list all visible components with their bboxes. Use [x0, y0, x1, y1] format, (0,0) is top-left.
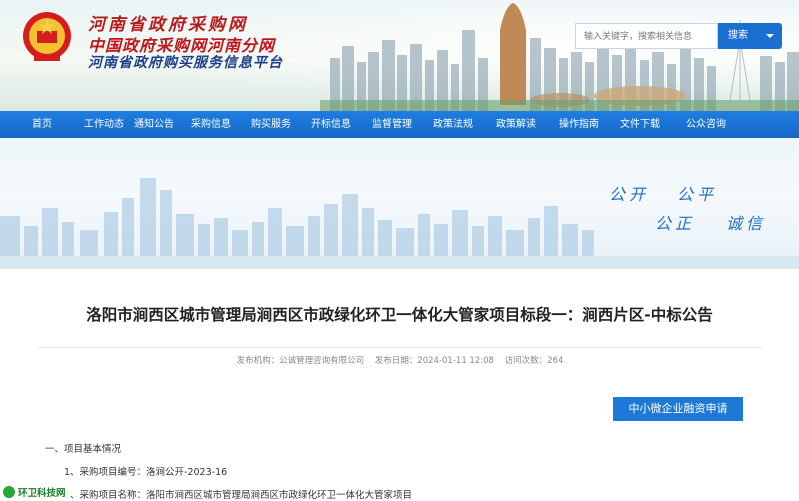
nav-supervision[interactable]: 监督管理	[356, 111, 428, 138]
nav-bid-opening[interactable]: 开标信息	[306, 111, 356, 138]
slogan-justice: 公正	[655, 214, 696, 233]
nav-work-news[interactable]: 工作动态	[84, 111, 124, 138]
nav-notices[interactable]: 通知公告	[122, 111, 186, 138]
nav-policies[interactable]: 政策法规	[428, 111, 478, 138]
project-number: 1、采购项目编号：洛涧公开-2023-16	[64, 467, 228, 478]
search-box[interactable]	[575, 23, 718, 49]
chevron-down-icon[interactable]	[766, 34, 774, 38]
article-meta: 发布机构：公诚管理咨询有限公司 发布日期：2024-01-11 12:08 访问…	[38, 347, 762, 366]
site-header: 河南省政府采购网 中国政府采购网河南分网 河南省政府购买服务信息平台 搜索	[0, 0, 799, 111]
nav-guides[interactable]: 操作指南	[554, 111, 604, 138]
nav-policy-interpretation[interactable]: 政策解读	[478, 111, 554, 138]
watermark: 环卫科技网	[3, 485, 70, 499]
article-publisher: 发布机构：公诚管理咨询有限公司	[236, 356, 365, 366]
main-nav: 首页 工作动态 通知公告 采购信息 购买服务 开标信息 监督管理 政策法规 政策…	[0, 111, 799, 138]
watermark-logo-icon	[3, 486, 15, 498]
site-title-platform: 河南省政府购买服务信息平台	[88, 55, 283, 71]
sme-finance-button[interactable]: 中小微企业融资申请	[613, 397, 743, 421]
search-button-label: 搜索	[728, 30, 748, 41]
slogan-openness: 公开	[609, 185, 650, 204]
article-panel: 洛阳市涧西区城市管理局涧西区市政绿化环卫一体化大管家项目标段一：涧西片区-中标公…	[0, 268, 799, 501]
slogan-fairness: 公平	[677, 185, 718, 204]
banner: 公开 公平 公正 诚信	[0, 138, 799, 268]
search-button[interactable]: 搜索	[718, 23, 782, 49]
project-name: 2、采购项目名称：洛阳市涧西区城市管理局涧西区市政绿化环卫一体化大管家项目	[64, 490, 413, 501]
section-heading: 一、项目基本情况	[45, 444, 122, 455]
national-emblem-icon	[23, 12, 71, 61]
article-title: 洛阳市涧西区城市管理局涧西区市政绿化环卫一体化大管家项目标段一：涧西片区-中标公…	[86, 306, 713, 324]
watermark-text: 环卫科技网	[18, 488, 66, 499]
article-date: 发布日期：2024-01-11 12:08	[374, 356, 494, 366]
nav-downloads[interactable]: 文件下载	[604, 111, 676, 138]
nav-procurement-info[interactable]: 采购信息	[186, 111, 236, 138]
search-input[interactable]	[576, 25, 717, 49]
nav-purchase-services[interactable]: 购买服务	[236, 111, 306, 138]
nav-public-inquiry[interactable]: 公众咨询	[676, 111, 736, 138]
nav-home[interactable]: 首页	[0, 111, 84, 138]
slogan-integrity: 诚信	[726, 214, 767, 233]
article-views: 访问次数：264	[504, 356, 564, 366]
